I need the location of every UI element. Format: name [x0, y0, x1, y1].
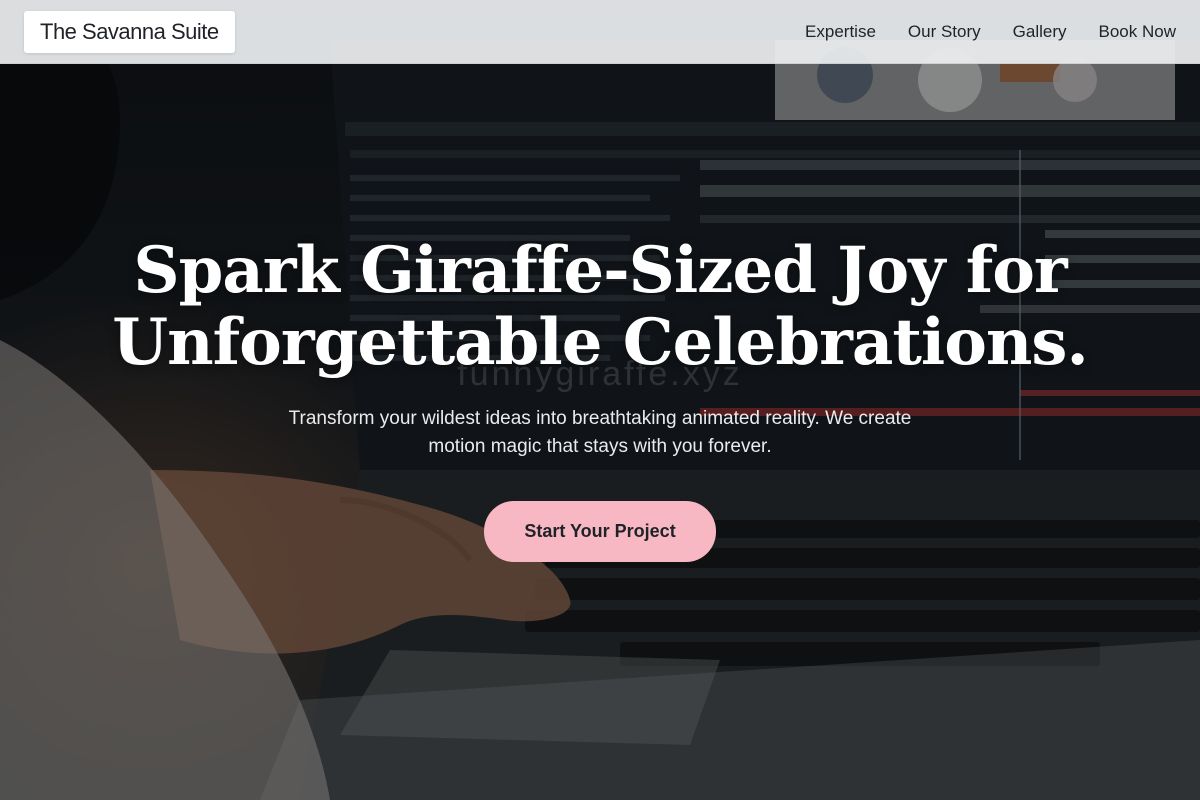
hero-title: Spark Giraffe-Sized Joy for Unforgettabl… [0, 235, 1200, 379]
page: The Savanna Suite Expertise Our Story Ga… [0, 0, 1200, 800]
brand-logo[interactable]: The Savanna Suite [24, 10, 235, 53]
nav-link-book-now[interactable]: Book Now [1099, 22, 1176, 41]
main-nav: Expertise Our Story Gallery Book Now [805, 22, 1176, 42]
hero-section: Spark Giraffe-Sized Joy for Unforgettabl… [0, 235, 1200, 562]
nav-link-our-story[interactable]: Our Story [908, 22, 981, 41]
hero-title-line-2: Unforgettable Celebrations. [112, 305, 1088, 380]
site-header: The Savanna Suite Expertise Our Story Ga… [0, 0, 1200, 64]
nav-item: Our Story [908, 22, 981, 42]
nav-link-gallery[interactable]: Gallery [1013, 22, 1067, 41]
hero-title-line-1: Spark Giraffe-Sized Joy for [133, 233, 1067, 308]
nav-item: Gallery [1013, 22, 1067, 42]
nav-item: Book Now [1099, 22, 1176, 42]
start-project-button[interactable]: Start Your Project [484, 501, 716, 562]
hero-subtitle: Transform your wildest ideas into breath… [288, 408, 912, 457]
nav-item: Expertise [805, 22, 876, 42]
nav-link-expertise[interactable]: Expertise [805, 22, 876, 41]
